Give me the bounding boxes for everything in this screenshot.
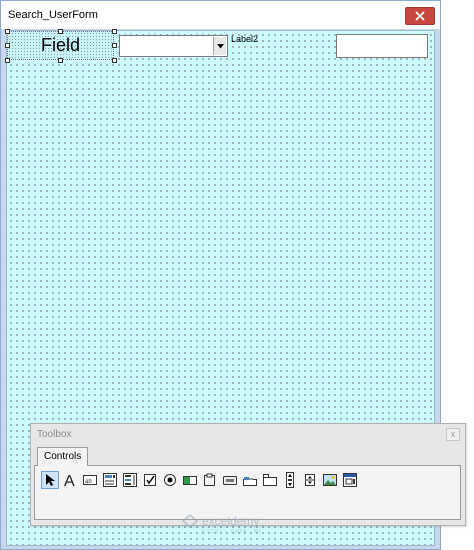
select-objects-tool[interactable] — [41, 471, 59, 489]
refedit-icon — [343, 473, 357, 487]
optionbutton-icon — [164, 474, 176, 486]
resize-handle[interactable] — [5, 43, 10, 48]
close-icon: x — [450, 429, 456, 439]
textbox-tool[interactable]: ab — [81, 471, 99, 489]
tool-palette: A ab — [41, 471, 359, 489]
field-label[interactable]: Field — [7, 31, 114, 60]
scrollbar-tool[interactable] — [281, 471, 299, 489]
window-titlebar[interactable]: Search_UserForm — [1, 1, 440, 29]
resize-handle[interactable] — [112, 58, 117, 63]
watermark: exceldemy EXCEL · DATA · BI — [182, 514, 260, 535]
listbox-icon — [123, 473, 137, 487]
tabstrip-icon — [243, 477, 257, 486]
label-tool[interactable]: A — [61, 471, 79, 489]
resize-handle[interactable] — [112, 43, 117, 48]
resize-handle[interactable] — [58, 58, 63, 63]
toolbox-window[interactable]: Toolbox x Controls A ab — [30, 423, 466, 526]
commandbutton-tool[interactable] — [221, 471, 239, 489]
label2[interactable]: Label2 — [231, 34, 258, 44]
multipage-icon — [263, 474, 277, 486]
close-button[interactable] — [405, 7, 435, 25]
resize-handle[interactable] — [112, 29, 117, 34]
tab-controls[interactable]: Controls — [37, 447, 89, 466]
combobox-tool[interactable] — [101, 471, 119, 489]
optionbutton-tool[interactable] — [161, 471, 179, 489]
combobox-icon — [103, 473, 117, 487]
resize-handle[interactable] — [5, 29, 10, 34]
exceldemy-logo-icon — [182, 514, 198, 528]
label-icon: A — [64, 473, 75, 488]
refedit-tool[interactable] — [341, 471, 359, 489]
svg-text:A: A — [64, 473, 75, 488]
toolbox-close-button[interactable]: x — [446, 428, 460, 441]
svg-text:ab: ab — [85, 479, 92, 485]
listbox-tool[interactable] — [121, 471, 139, 489]
checkbox-icon — [144, 474, 156, 486]
watermark-tagline: EXCEL · DATA · BI — [202, 529, 262, 535]
image-tool[interactable] — [321, 471, 339, 489]
spinbutton-icon — [305, 474, 315, 486]
field-label-text: Field — [40, 35, 80, 55]
togglebutton-tool[interactable] — [181, 471, 199, 489]
togglebutton-icon — [183, 476, 197, 485]
controls-panel: A ab — [34, 465, 461, 520]
frame-tool[interactable] — [201, 471, 219, 489]
checkbox-tool[interactable] — [141, 471, 159, 489]
multipage-tool[interactable] — [261, 471, 279, 489]
field-combobox[interactable] — [119, 35, 228, 57]
close-icon — [415, 11, 425, 21]
commandbutton-icon — [223, 476, 237, 485]
image-icon — [323, 474, 337, 486]
window-title: Search_UserForm — [8, 9, 98, 21]
chevron-down-icon — [216, 43, 224, 48]
watermark-brand: exceldemy — [202, 514, 260, 528]
spinbutton-tool[interactable] — [301, 471, 319, 489]
tabstrip-tool[interactable] — [241, 471, 259, 489]
resize-handle[interactable] — [58, 29, 63, 34]
combobox-dropdown-button[interactable] — [213, 37, 226, 55]
toolbox-title: Toolbox — [37, 429, 72, 440]
frame-icon — [204, 473, 215, 486]
scrollbar-icon — [286, 472, 294, 488]
search-textbox[interactable] — [336, 34, 428, 58]
select-objects-icon — [46, 474, 55, 486]
textbox-icon: ab — [83, 475, 97, 485]
resize-handle[interactable] — [5, 58, 10, 63]
